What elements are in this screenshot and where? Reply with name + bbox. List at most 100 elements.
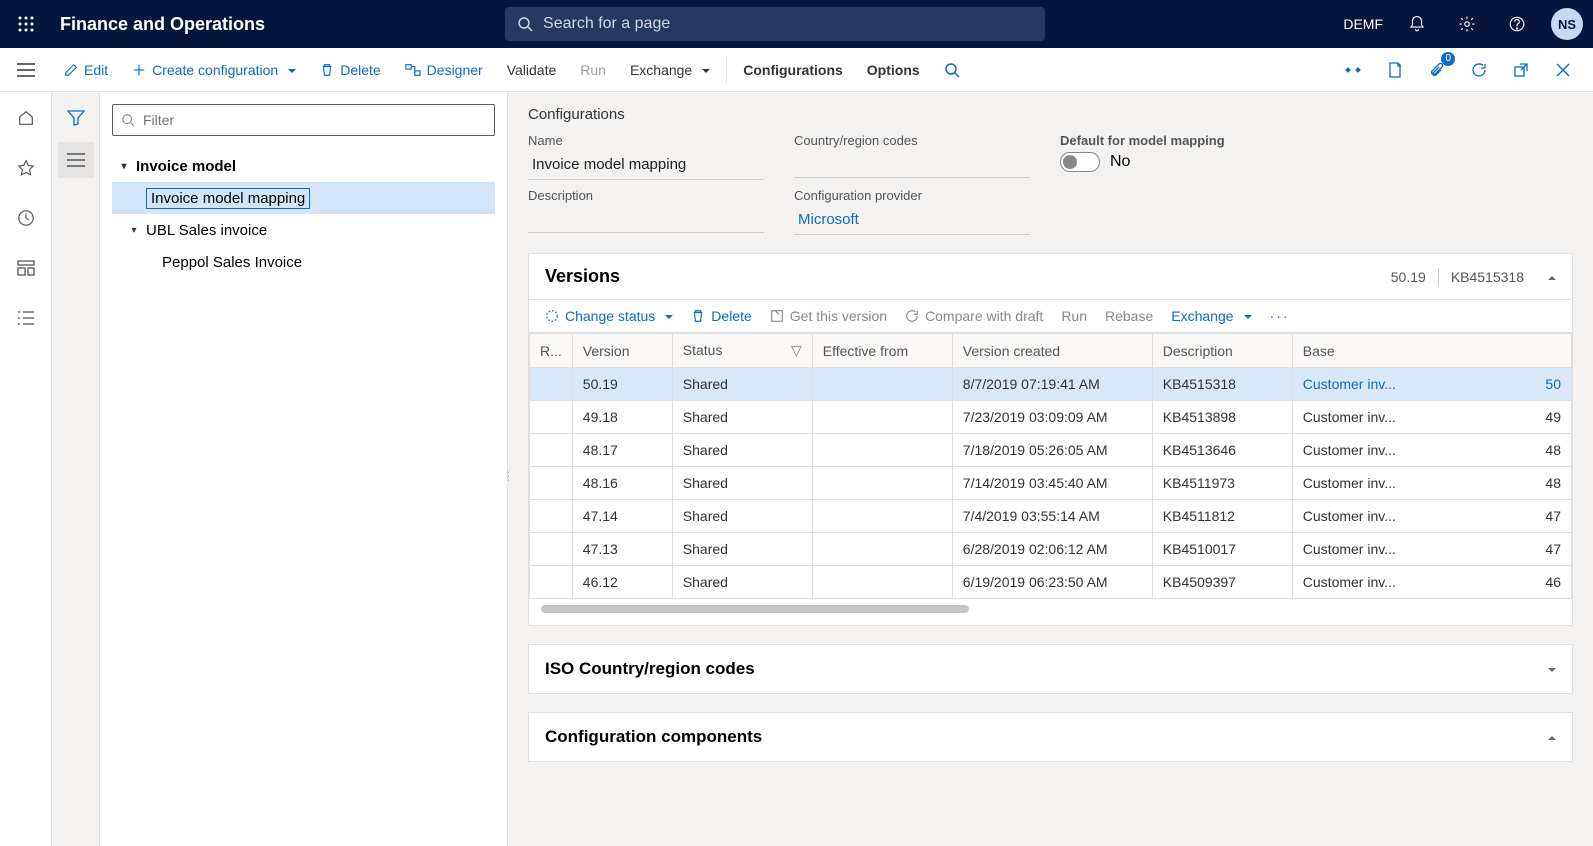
change-status-label: Change status <box>565 308 655 324</box>
options-tab[interactable]: Options <box>855 48 932 92</box>
company-picker[interactable]: DEMF <box>1343 16 1383 32</box>
table-row[interactable]: 48.16Shared7/14/2019 03:45:40 AMKB451197… <box>530 467 1572 500</box>
modules-icon[interactable] <box>10 302 42 334</box>
col-description[interactable]: Description <box>1152 334 1292 368</box>
chevron-up-icon <box>1544 727 1556 747</box>
tree-node-ubl-sales-invoice[interactable]: ▾UBL Sales invoice <box>112 214 495 246</box>
user-avatar[interactable]: NS <box>1551 8 1583 40</box>
tree-filter[interactable] <box>112 104 495 136</box>
col-version[interactable]: Version <box>572 334 672 368</box>
versions-header-kb: KB4515318 <box>1451 269 1524 285</box>
col-r[interactable]: R... <box>530 334 573 368</box>
table-row[interactable]: 49.18Shared7/23/2019 03:09:09 AMKB451389… <box>530 401 1572 434</box>
list-view-icon[interactable] <box>58 142 94 178</box>
cell-status: Shared <box>672 401 812 434</box>
configurations-tab[interactable]: Configurations <box>731 48 855 92</box>
global-search[interactable]: Search for a page <box>505 7 1045 41</box>
search-command-icon[interactable] <box>932 48 972 92</box>
provider-link[interactable]: Microsoft <box>794 207 1030 235</box>
favorites-icon[interactable] <box>10 152 42 184</box>
cell-effective <box>812 368 952 401</box>
horizontal-scrollbar[interactable] <box>541 605 1560 615</box>
col-base[interactable]: Base <box>1292 334 1571 368</box>
country-label: Country/region codes <box>794 133 1030 148</box>
designer-icon <box>405 63 421 77</box>
cell-description: KB4509397 <box>1152 566 1292 599</box>
table-row[interactable]: 47.13Shared6/28/2019 02:06:12 AMKB451001… <box>530 533 1572 566</box>
topbar: Finance and Operations Search for a page… <box>0 0 1593 48</box>
notifications-icon[interactable] <box>1401 8 1433 40</box>
exchange-button[interactable]: Exchange <box>618 48 722 92</box>
home-icon[interactable] <box>10 102 42 134</box>
cell-created: 7/4/2019 03:55:14 AM <box>952 500 1152 533</box>
validate-button[interactable]: Validate <box>495 48 569 92</box>
table-row[interactable]: 46.12Shared6/19/2019 06:23:50 AMKB450939… <box>530 566 1572 599</box>
change-status-button[interactable]: Change status <box>545 308 673 324</box>
exchange-label: Exchange <box>630 62 692 78</box>
version-exchange-button[interactable]: Exchange <box>1171 308 1251 324</box>
cell-r <box>530 434 573 467</box>
tree-node-invoice-model[interactable]: ▾Invoice model <box>112 150 495 182</box>
create-configuration-button[interactable]: Create configuration <box>120 48 308 92</box>
tree-node-invoice-model-mapping[interactable]: Invoice model mapping <box>112 182 495 214</box>
related-info-icon[interactable] <box>1339 56 1367 84</box>
table-row[interactable]: 47.14Shared7/4/2019 03:55:14 AMKB4511812… <box>530 500 1572 533</box>
col-effective[interactable]: Effective from <box>812 334 952 368</box>
designer-button[interactable]: Designer <box>393 48 495 92</box>
settings-icon[interactable] <box>1451 8 1483 40</box>
search-icon <box>517 16 533 32</box>
toggle-pill[interactable] <box>1060 152 1100 172</box>
cell-description: KB4513646 <box>1152 434 1292 467</box>
cell-version: 47.13 <box>572 533 672 566</box>
config-components-section[interactable]: Configuration components <box>528 712 1573 762</box>
version-delete-button[interactable]: Delete <box>691 308 751 324</box>
default-mapping-toggle[interactable]: No <box>1060 152 1296 172</box>
name-label: Name <box>528 133 764 148</box>
get-version-label: Get this version <box>790 308 887 324</box>
iso-codes-section[interactable]: ISO Country/region codes <box>528 644 1573 694</box>
tree-filter-input[interactable] <box>143 112 486 128</box>
nav-toggle-icon[interactable] <box>0 63 52 77</box>
command-bar: Edit Create configuration Delete Designe… <box>0 48 1593 92</box>
delete-button[interactable]: Delete <box>308 48 392 92</box>
designer-label: Designer <box>427 62 483 78</box>
version-run-label: Run <box>1061 308 1087 324</box>
main-content: ⋮ Configurations Name Invoice model mapp… <box>508 92 1593 846</box>
col-status[interactable]: Status▽ <box>672 334 812 368</box>
filter-icon[interactable] <box>58 100 94 136</box>
app-launcher-icon[interactable] <box>10 8 42 40</box>
filter-strip <box>52 92 100 846</box>
filter-icon[interactable]: ▽ <box>791 342 802 359</box>
table-row[interactable]: 48.17Shared7/18/2019 05:26:05 AMKB451364… <box>530 434 1572 467</box>
cell-created: 7/18/2019 05:26:05 AM <box>952 434 1152 467</box>
col-created[interactable]: Version created <box>952 334 1152 368</box>
trash-icon <box>320 63 334 77</box>
toggle-value: No <box>1110 153 1130 171</box>
recents-icon[interactable] <box>10 202 42 234</box>
refresh-icon[interactable] <box>1465 56 1493 84</box>
help-icon[interactable] <box>1501 8 1533 40</box>
cell-effective <box>812 500 952 533</box>
configurations-label: Configurations <box>743 62 843 78</box>
popout-icon[interactable] <box>1507 56 1535 84</box>
default-mapping-label: Default for model mapping <box>1060 133 1296 148</box>
collapse-icon[interactable] <box>1544 269 1556 285</box>
splitter-handle[interactable]: ⋮ <box>508 469 514 483</box>
name-value[interactable]: Invoice model mapping <box>528 152 764 180</box>
cell-created: 7/23/2019 03:09:09 AM <box>952 401 1152 434</box>
country-value[interactable] <box>794 152 1030 178</box>
versions-header-version: 50.19 <box>1391 269 1426 285</box>
rebase-button: Rebase <box>1105 308 1153 324</box>
tree-node-peppol-sales-invoice[interactable]: Peppol Sales Invoice <box>112 246 495 278</box>
cell-r <box>530 533 573 566</box>
tree-label: Invoice model <box>136 158 236 175</box>
workspaces-icon[interactable] <box>10 252 42 284</box>
more-actions-icon[interactable]: ··· <box>1270 308 1290 324</box>
open-office-icon[interactable] <box>1381 56 1409 84</box>
table-row[interactable]: 50.19Shared8/7/2019 07:19:41 AMKB4515318… <box>530 368 1572 401</box>
attachments-icon[interactable]: 0 <box>1423 56 1451 84</box>
description-value[interactable] <box>528 207 764 233</box>
cell-status: Shared <box>672 500 812 533</box>
edit-button[interactable]: Edit <box>52 48 120 92</box>
close-icon[interactable] <box>1549 56 1577 84</box>
